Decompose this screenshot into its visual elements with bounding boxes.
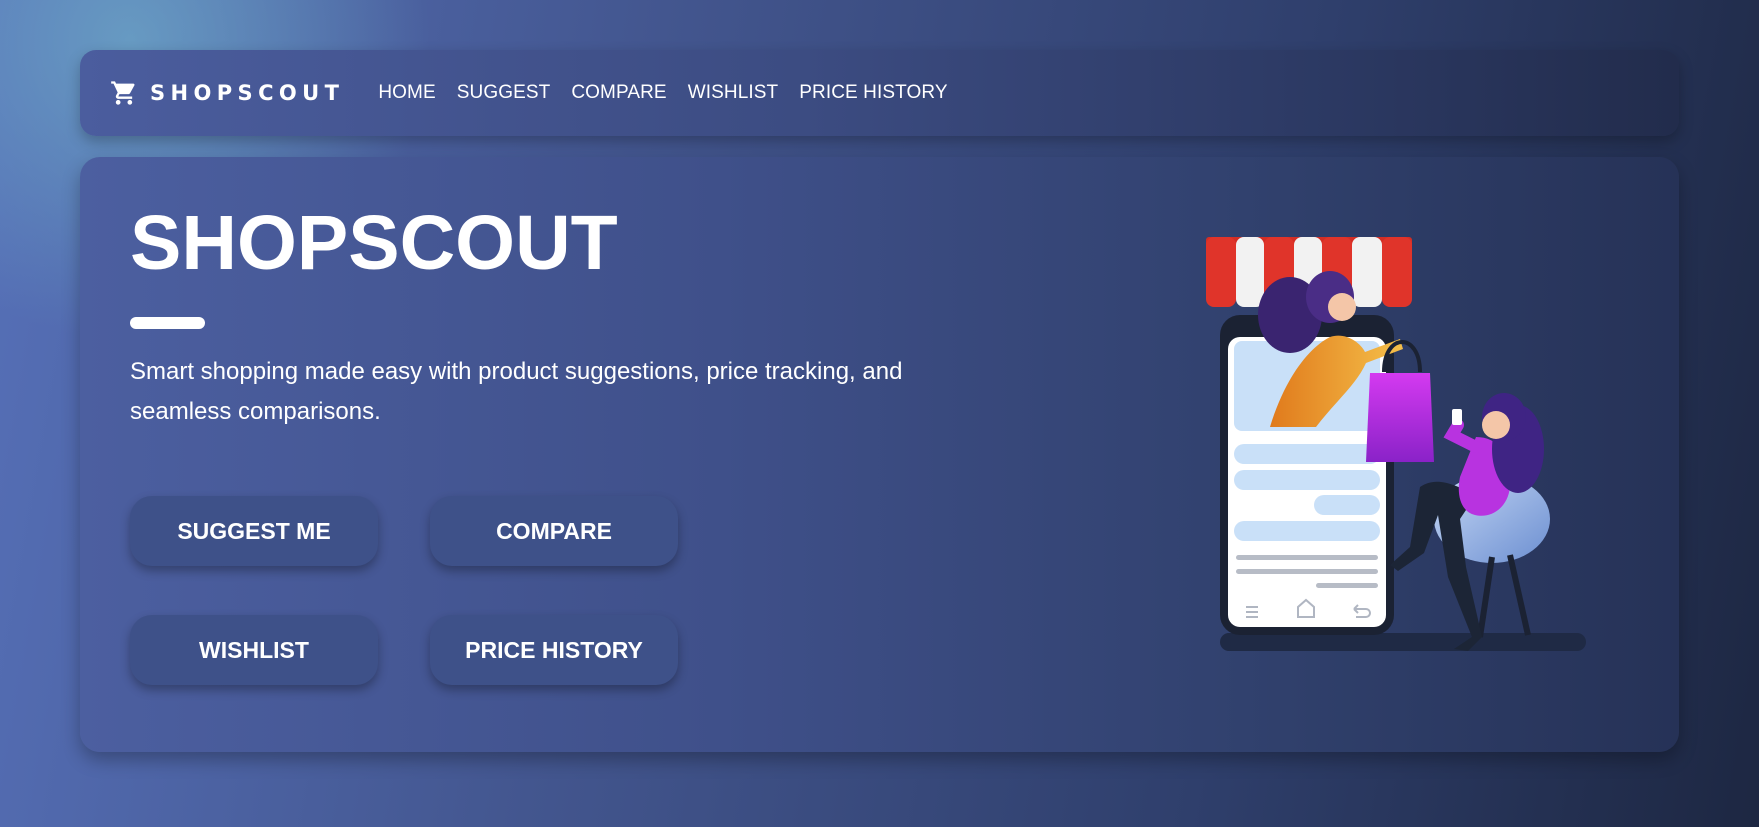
title-underline [130,317,205,329]
phone-in-hand [1452,409,1462,425]
hero-description: Smart shopping made easy with product su… [130,358,903,425]
suggest-me-button[interactable]: SUGGEST ME [130,496,378,566]
shopping-cart-icon [111,81,135,105]
wishlist-button[interactable]: WISHLIST [130,615,378,685]
brand-logo[interactable]: SHOPSCOUT [110,79,344,107]
nav-link-compare[interactable]: COMPARE [571,82,666,104]
price-history-button[interactable]: PRICE HISTORY [430,615,678,685]
compare-button[interactable]: COMPARE [430,496,678,566]
online-shopping-illustration [1206,237,1586,651]
hero-card: SHOPSCOUT Smart shopping made easy with … [80,157,1679,752]
brand-name: SHOPSCOUT [150,81,345,105]
nav-link-suggest[interactable]: SUGGEST [457,82,551,104]
nav-link-price-history[interactable]: PRICE HISTORY [799,82,947,104]
nav-link-home[interactable]: HOME [378,82,435,104]
nav-link-wishlist[interactable]: WISHLIST [688,82,779,104]
hero-title: SHOPSCOUT [130,200,618,286]
ground-shadow [1220,633,1586,651]
top-navbar: SHOPSCOUT HOME SUGGEST COMPARE WISHLIST … [80,50,1679,136]
shopping-bag [1366,373,1434,462]
nav-links: HOME SUGGEST COMPARE WISHLIST PRICE HIST… [378,82,968,104]
